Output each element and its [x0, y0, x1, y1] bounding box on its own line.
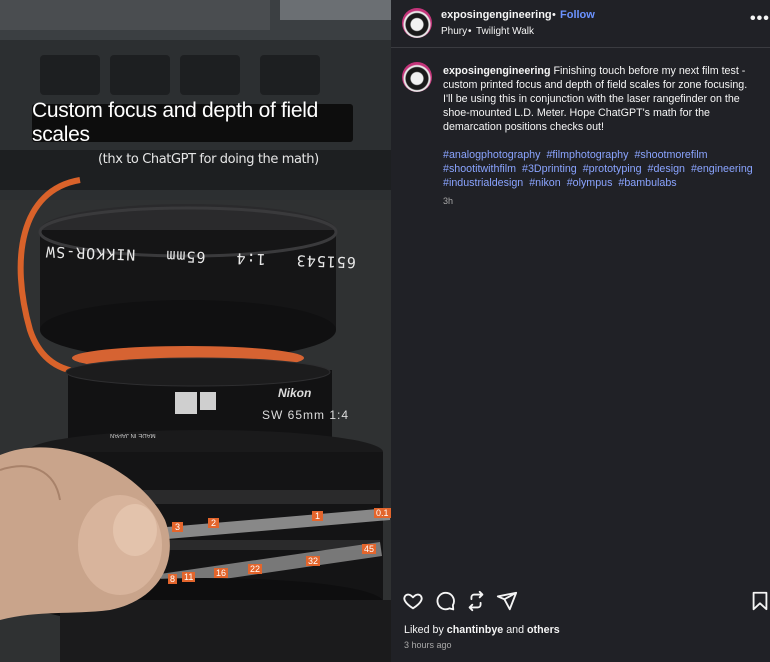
- comment-icon[interactable]: [434, 590, 456, 612]
- follow-button[interactable]: Follow: [560, 9, 595, 21]
- liked-by-user[interactable]: chantinbye: [447, 624, 503, 636]
- hashtag-link[interactable]: #engineering: [691, 163, 753, 175]
- hashtag-link[interactable]: #3Dprinting: [522, 163, 577, 175]
- scale-mark: 2: [208, 518, 220, 528]
- caption-author-avatar[interactable]: [402, 62, 432, 92]
- author-avatar[interactable]: [402, 8, 432, 38]
- scale-mark: 22: [248, 564, 263, 574]
- lens-model: SW 65mm 1:4: [262, 408, 350, 422]
- audio-track-link[interactable]: Twilight Walk: [476, 26, 534, 37]
- liked-by-others[interactable]: others: [527, 624, 560, 636]
- hashtag-list: #analogphotography #filmphotography #sho…: [443, 148, 759, 190]
- scale-mark: 32: [306, 556, 321, 566]
- liked-by-prefix: Liked by: [404, 624, 444, 636]
- heart-icon[interactable]: [402, 590, 424, 612]
- liked-by-and: and: [506, 624, 525, 636]
- scale-mark: 0.1: [374, 508, 391, 518]
- hashtag-link[interactable]: #prototyping: [583, 163, 642, 175]
- post-media[interactable]: Custom focus and depth of field scales (…: [0, 0, 391, 662]
- separator-dot: •: [552, 9, 556, 21]
- post-caption: exposingengineering Finishing touch befo…: [443, 64, 759, 134]
- more-options-icon[interactable]: •••: [750, 10, 770, 28]
- lens-brand: Nikon: [278, 386, 312, 400]
- hashtag-link[interactable]: #industrialdesign: [443, 177, 523, 189]
- caption-timestamp[interactable]: 3h: [443, 196, 453, 206]
- author-username[interactable]: exposingengineering: [441, 9, 552, 21]
- hashtag-link[interactable]: #bambulabs: [618, 177, 676, 189]
- header-divider: [391, 47, 770, 48]
- made-in-label: MADE IN JAPAN: [110, 432, 156, 438]
- separator-dot: •: [468, 26, 472, 37]
- hashtag-link[interactable]: #shootitwithfilm: [443, 163, 516, 175]
- scale-mark: 1: [312, 511, 324, 521]
- video-caption-subtitle: (thx to ChatGPT for doing the math): [98, 152, 319, 167]
- scale-mark: 45: [362, 544, 377, 554]
- likes-summary: Liked by chantinbye and others: [404, 624, 560, 636]
- scale-mark: 11: [182, 572, 196, 582]
- hashtag-link[interactable]: #analogphotography: [443, 149, 540, 161]
- hashtag-link[interactable]: #filmphotography: [546, 149, 628, 161]
- hashtag-link[interactable]: #nikon: [529, 177, 561, 189]
- hashtag-link[interactable]: #design: [648, 163, 685, 175]
- video-caption-title: Custom focus and depth of field scales: [32, 99, 319, 146]
- audio-artist-link[interactable]: Phury: [441, 26, 467, 37]
- hashtag-link[interactable]: #olympus: [567, 177, 613, 189]
- repost-icon[interactable]: [465, 590, 487, 612]
- caption-username[interactable]: exposingengineering: [443, 65, 551, 77]
- scale-mark: 16: [214, 568, 229, 578]
- bookmark-icon[interactable]: [749, 590, 770, 612]
- share-icon[interactable]: [496, 590, 518, 612]
- hashtag-link[interactable]: #shootmorefilm: [634, 149, 707, 161]
- scale-mark: 8: [168, 574, 178, 584]
- post-date[interactable]: 3 hours ago: [404, 640, 452, 650]
- scale-mark: 3: [172, 522, 184, 532]
- video-caption-box: Custom focus and depth of field scales: [32, 99, 353, 146]
